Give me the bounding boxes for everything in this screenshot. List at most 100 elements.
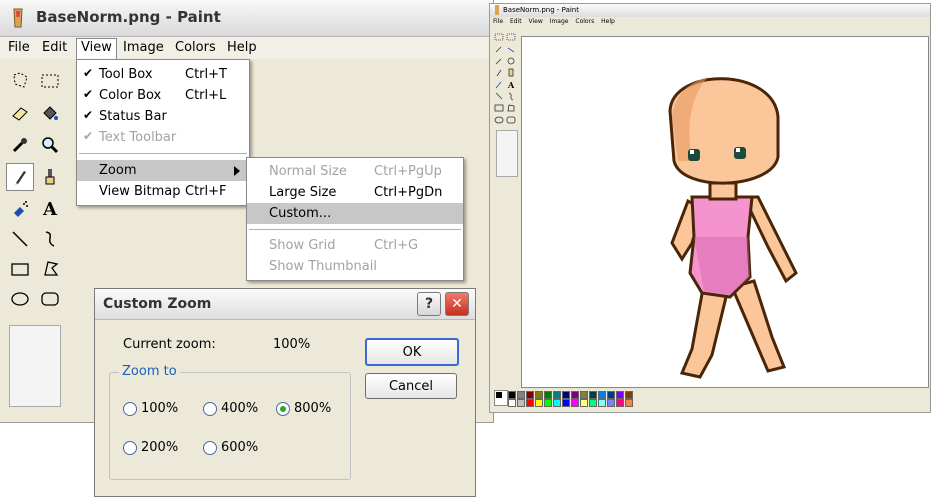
menu-bar: File Edit View Image Colors Help [0, 37, 493, 60]
palette-swatch[interactable] [517, 391, 525, 399]
palette-swatch[interactable] [526, 391, 534, 399]
palette-swatch[interactable] [553, 391, 561, 399]
dialog-title-bar[interactable]: Custom Zoom ? ✕ [95, 289, 475, 320]
window-title: BaseNorm.png - Paint [36, 8, 221, 26]
ok-button[interactable]: OK [365, 338, 459, 366]
menu-item-large-size[interactable]: Large Size Ctrl+PgDn [247, 182, 463, 203]
brush-icon[interactable] [37, 164, 63, 190]
preview-menu-help[interactable]: Help [601, 18, 615, 25]
palette-swatch[interactable] [607, 391, 615, 399]
menu-item-custom[interactable]: Custom... [247, 203, 463, 224]
palette-swatch[interactable] [580, 391, 588, 399]
submenu-arrow-icon [234, 165, 240, 180]
palette-swatch[interactable] [562, 391, 570, 399]
menu-item-label: Show Thumbnail [269, 259, 377, 274]
color-palette[interactable] [508, 391, 648, 409]
line-icon[interactable] [7, 226, 33, 252]
menu-item-tool-box[interactable]: ✔ Tool Box Ctrl+T [77, 64, 249, 85]
preview-title-bar[interactable]: BaseNorm.png - Paint [490, 4, 930, 17]
menu-file[interactable]: File [4, 39, 34, 56]
preview-toolbox[interactable]: A [493, 30, 519, 390]
palette-swatch[interactable] [589, 391, 597, 399]
palette-swatch[interactable] [508, 391, 516, 399]
eraser-icon[interactable] [7, 100, 33, 126]
palette-swatch[interactable] [616, 399, 624, 407]
airbrush-icon[interactable] [7, 196, 33, 222]
menu-help[interactable]: Help [223, 39, 261, 56]
palette-swatch[interactable] [607, 399, 615, 407]
check-icon: ✔ [83, 66, 94, 80]
text-tool-icon[interactable]: A [37, 196, 63, 222]
menu-edit[interactable]: Edit [38, 39, 71, 56]
menu-item-zoom[interactable]: Zoom [77, 160, 249, 181]
zoom-to-group [109, 372, 351, 480]
radio-600[interactable]: 600% [203, 440, 258, 455]
palette-swatch[interactable] [571, 391, 579, 399]
close-button[interactable]: ✕ [445, 292, 469, 316]
preview-menu-colors[interactable]: Colors [575, 18, 594, 25]
palette-swatch[interactable] [598, 399, 606, 407]
palette-swatch[interactable] [562, 399, 570, 407]
radio-100[interactable]: 100% [123, 401, 178, 416]
current-colors[interactable] [494, 390, 508, 406]
free-select-icon[interactable] [7, 68, 33, 94]
radio-label: 100% [141, 401, 179, 416]
menu-item-color-box[interactable]: ✔ Color Box Ctrl+L [77, 85, 249, 106]
radio-dot [123, 401, 137, 416]
rectangle-icon[interactable] [7, 256, 33, 282]
menu-item-shortcut: Ctrl+PgUp [374, 164, 442, 179]
rect-select-icon[interactable] [37, 68, 63, 94]
palette-swatch[interactable] [598, 391, 606, 399]
palette-swatch[interactable] [580, 399, 588, 407]
palette-swatch[interactable] [544, 391, 552, 399]
palette-swatch[interactable] [508, 399, 516, 407]
palette-swatch[interactable] [544, 399, 552, 407]
preview-menu-image[interactable]: Image [550, 18, 569, 25]
radio-label: 400% [221, 401, 259, 416]
radio-400[interactable]: 400% [203, 401, 258, 416]
palette-swatch[interactable] [625, 399, 633, 407]
menu-item-label: Tool Box [99, 67, 153, 82]
magnifier-icon[interactable] [37, 132, 63, 158]
palette-swatch[interactable] [571, 399, 579, 407]
help-button[interactable]: ? [417, 292, 441, 316]
menu-item-text-toolbar: ✔ Text Toolbar [77, 127, 249, 148]
menu-item-shortcut: Ctrl+L [185, 88, 227, 103]
fill-bucket-icon[interactable] [37, 100, 63, 126]
radio-label: 200% [141, 440, 179, 455]
palette-swatch[interactable] [535, 391, 543, 399]
palette-swatch[interactable] [589, 399, 597, 407]
radio-800[interactable]: 800% [276, 401, 331, 416]
palette-swatch[interactable] [553, 399, 561, 407]
palette-swatch[interactable] [616, 391, 624, 399]
radio-200[interactable]: 200% [123, 440, 178, 455]
curve-icon[interactable] [37, 226, 63, 252]
menu-separator [79, 153, 247, 155]
pencil-icon[interactable] [6, 163, 34, 191]
menu-item-label: Text Toolbar [99, 130, 177, 145]
ellipse-icon[interactable] [7, 286, 33, 312]
left-eye-highlight [690, 150, 694, 154]
palette-swatch[interactable] [526, 399, 534, 407]
palette-swatch[interactable] [517, 399, 525, 407]
menu-colors[interactable]: Colors [171, 39, 220, 56]
menu-image[interactable]: Image [119, 39, 168, 56]
palette-swatch[interactable] [625, 391, 633, 399]
color-picker-icon[interactable] [7, 132, 33, 158]
polygon-icon[interactable] [37, 256, 63, 282]
preview-menu-view[interactable]: View [529, 18, 543, 25]
menu-item-shortcut: Ctrl+F [185, 184, 227, 199]
menu-item-label: Zoom [99, 163, 137, 178]
menu-item-view-bitmap[interactable]: View Bitmap Ctrl+F [77, 181, 249, 202]
title-bar[interactable]: BaseNorm.png - Paint [0, 0, 493, 37]
tool-options-box[interactable] [9, 325, 61, 407]
menu-view[interactable]: View [76, 38, 117, 60]
preview-menu-file[interactable]: File [493, 18, 503, 25]
drawing-canvas[interactable] [521, 36, 929, 388]
palette-swatch[interactable] [535, 399, 543, 407]
svg-text:A: A [507, 80, 515, 90]
preview-menu-edit[interactable]: Edit [510, 18, 522, 25]
rounded-rect-icon[interactable] [37, 286, 63, 312]
cancel-button[interactable]: Cancel [365, 373, 457, 399]
menu-item-status-bar[interactable]: ✔ Status Bar [77, 106, 249, 127]
